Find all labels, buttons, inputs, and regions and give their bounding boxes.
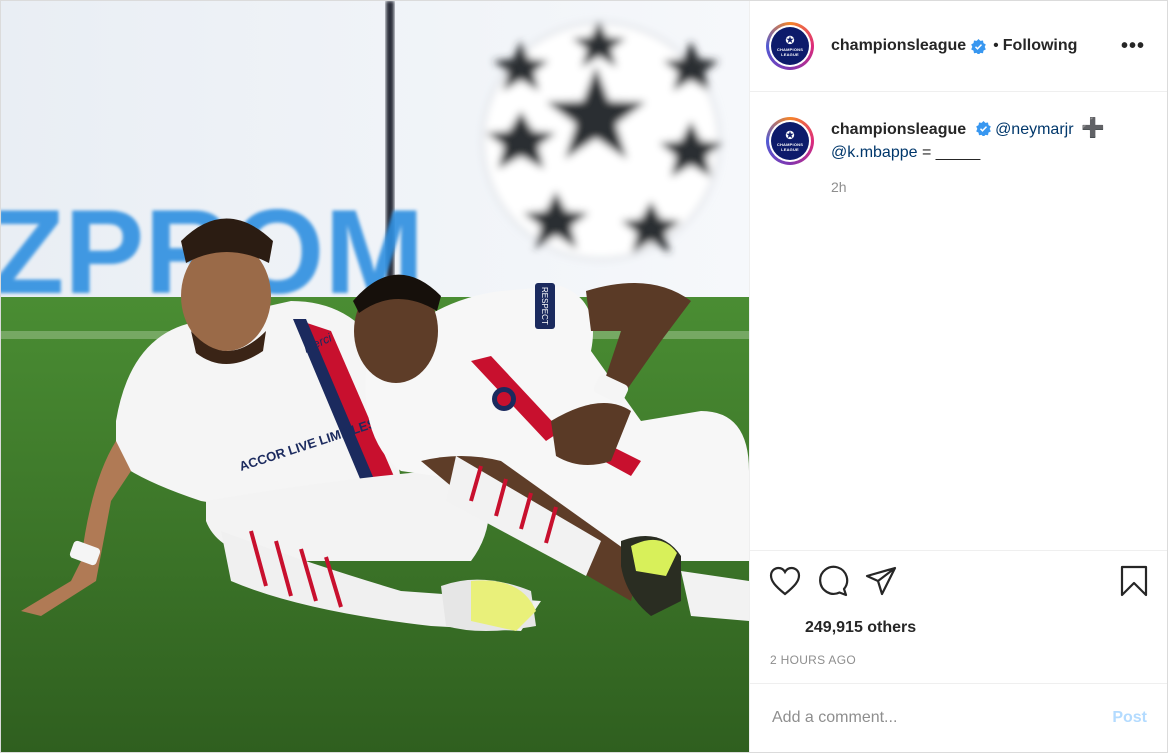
heart-icon (769, 566, 801, 596)
plus-symbol: ➕ (1081, 118, 1105, 139)
caption-rest: = _____ (917, 144, 981, 161)
caption-username[interactable]: championsleague (831, 121, 966, 138)
caption-avatar-logo: ✪ CHAMPIONS LEAGUE (771, 122, 809, 160)
share-button[interactable] (864, 564, 898, 598)
separator-dot: • (993, 37, 999, 54)
action-bar (750, 550, 1167, 611)
caption-row: ✪ CHAMPIONS LEAGUE championsleague @neym… (766, 117, 1151, 165)
caption: championsleague @neymarjr ➕ @k.mbappe = … (831, 117, 1131, 165)
comment-button[interactable] (816, 564, 850, 598)
caption-avatar-logo-line2: LEAGUE (781, 146, 799, 152)
caption-verified-icon (975, 121, 991, 136)
sleeve-badge-text: RESPECT (540, 287, 549, 325)
post-comment-button[interactable]: Post (1112, 709, 1147, 727)
like-button[interactable] (768, 564, 802, 598)
save-button[interactable] (1117, 564, 1151, 598)
caption-starball-icon: ✪ (785, 129, 795, 142)
account-avatar[interactable]: ✪ CHAMPIONS LEAGUE (766, 22, 814, 70)
header-username[interactable]: championsleague (831, 37, 966, 55)
verified-icon (971, 38, 986, 54)
posted-time[interactable]: 2 HOURS AGO (750, 643, 1167, 675)
starball-icon: ✪ (785, 34, 795, 47)
avatar-logo-line2: LEAGUE (781, 51, 799, 57)
mention-neymarjr[interactable]: @neymarjr (995, 121, 1073, 138)
instagram-post: ZPROM (0, 0, 1168, 753)
bookmark-icon (1120, 565, 1148, 597)
post-header: ✪ CHAMPIONS LEAGUE championsleague • Fol… (750, 1, 1167, 92)
avatar-ring: ✪ CHAMPIONS LEAGUE (769, 25, 811, 67)
avatar-logo: ✪ CHAMPIONS LEAGUE (771, 27, 809, 65)
comment-form: Post (750, 683, 1167, 752)
caption-avatar-ring: ✪ CHAMPIONS LEAGUE (769, 120, 811, 162)
comment-input[interactable] (770, 708, 1113, 728)
caption-avatar[interactable]: ✪ CHAMPIONS LEAGUE (766, 117, 814, 165)
post-photo[interactable]: ZPROM (1, 1, 749, 752)
mention-kmbappe[interactable]: @k.mbappe (831, 144, 918, 161)
caption-time[interactable]: 2h (831, 179, 1151, 195)
comment-icon (819, 565, 849, 597)
share-icon (865, 566, 897, 596)
comments-area: ✪ CHAMPIONS LEAGUE championsleague @neym… (750, 92, 1167, 550)
more-options-icon[interactable]: ••• (1115, 35, 1151, 58)
following-button[interactable]: Following (1003, 37, 1078, 55)
likes-count[interactable]: 249,915 others (750, 611, 1167, 643)
post-side-panel: ✪ CHAMPIONS LEAGUE championsleague • Fol… (749, 1, 1167, 752)
